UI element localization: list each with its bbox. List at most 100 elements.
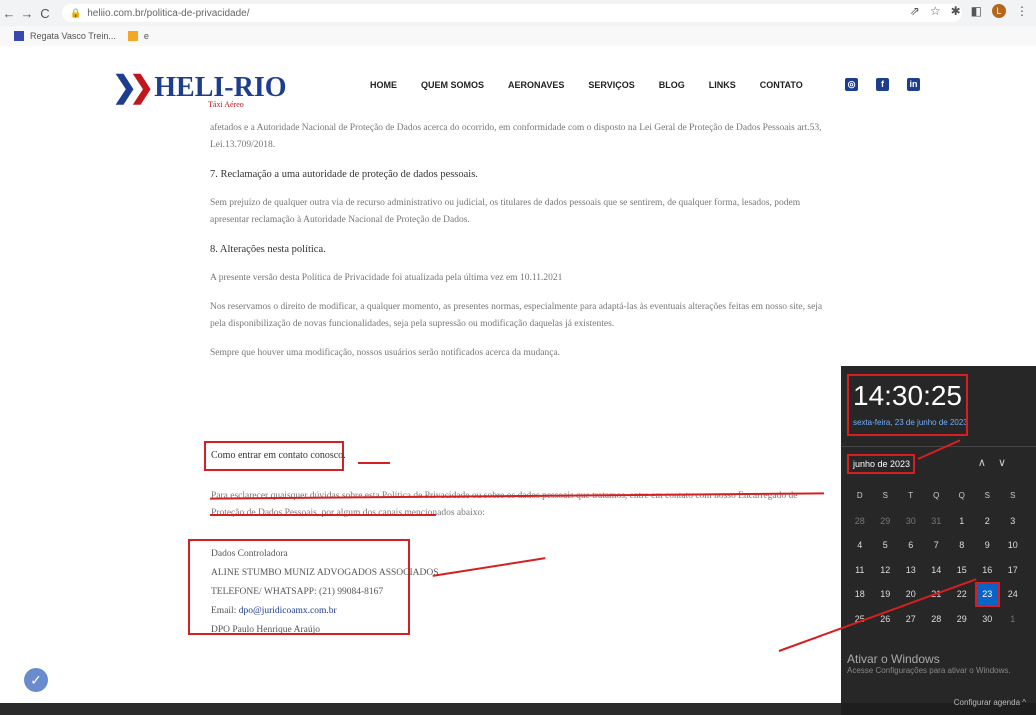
share-icon[interactable]: ⇗ xyxy=(910,4,920,18)
profile-avatar[interactable]: L xyxy=(992,4,1006,18)
lock-icon: 🔒 xyxy=(70,7,82,18)
calendar-day[interactable]: 29 xyxy=(873,509,899,534)
chevron-up-icon[interactable]: ∧ xyxy=(978,457,998,469)
annotation-arrow xyxy=(432,557,546,577)
menu-item-contato[interactable]: CONTATO xyxy=(760,80,803,90)
calendar-day-today[interactable]: 23 xyxy=(974,582,1000,607)
clock-highlight xyxy=(847,374,968,436)
calendar-day[interactable]: 12 xyxy=(873,558,899,583)
weekday-label: T xyxy=(908,491,914,500)
social-links: ◎ f in xyxy=(845,78,920,91)
menu-icon[interactable]: ⋮ xyxy=(1016,4,1028,18)
main-menu: HOME QUEM SOMOS AERONAVES SERVIÇOS BLOG … xyxy=(370,80,803,90)
paragraph: Nos reservamos o direito de modificar, a… xyxy=(210,302,823,329)
dados-title: Dados Controladora xyxy=(211,549,288,559)
weekday-label: D xyxy=(856,491,863,500)
calendar-day[interactable]: 30 xyxy=(975,607,1001,632)
site-logo[interactable]: ❯❯ HELI-RIO Táxi Aéreo xyxy=(112,70,287,109)
contact-title: Como entrar em contato conosco. xyxy=(211,450,346,461)
calendar-day[interactable]: 13 xyxy=(898,558,924,583)
url-text: heliio.com.br/politica-de-privacidade/ xyxy=(87,7,250,19)
weekday-label: S xyxy=(984,491,990,500)
calendar-day[interactable]: 14 xyxy=(924,558,950,583)
bookmark-item[interactable]: Regata Vasco Trein... xyxy=(30,31,116,41)
paragraph: A presente versão desta Política de Priv… xyxy=(210,273,563,283)
calendar-day[interactable]: 1 xyxy=(1000,607,1026,632)
reload-icon[interactable]: C xyxy=(36,6,54,21)
bookmark-icon xyxy=(127,31,138,41)
calendar-day[interactable]: 24 xyxy=(1000,582,1026,607)
menu-item-blog[interactable]: BLOG xyxy=(659,80,685,90)
dados-email-row: Email: dpo@juridicoamx.com.br xyxy=(211,606,337,616)
calendar-day[interactable]: 28 xyxy=(847,509,873,534)
calendar-day[interactable]: 4 xyxy=(847,533,873,558)
windows-calendar-flyout: 14:30:25 sexta-feira, 23 de junho de 202… xyxy=(841,366,1036,715)
chat-widget-icon[interactable]: ✓ xyxy=(24,668,48,692)
menu-item-quem-somos[interactable]: QUEM SOMOS xyxy=(421,80,484,90)
calendar-day[interactable]: 30 xyxy=(898,509,924,534)
calendar-day[interactable]: 10 xyxy=(1000,533,1026,558)
annotation-arrow xyxy=(358,462,390,464)
forward-icon[interactable]: → xyxy=(18,6,36,21)
month-highlight xyxy=(847,454,915,474)
chevron-down-icon[interactable]: ∨ xyxy=(998,457,1018,469)
configure-agenda-link[interactable]: Configurar agenda ^ xyxy=(954,698,1026,707)
calendar-day[interactable]: 16 xyxy=(975,558,1001,583)
annotation-underline xyxy=(210,514,436,516)
sidepanel-icon[interactable]: ◧ xyxy=(971,4,982,18)
calendar-grid: D S T Q Q S S 28 29 30 31 1 2 3 4 5 6 7 8 9 10 11 12 13 14 15 16 17… xyxy=(847,484,1026,631)
extensions-icon[interactable]: ✱ xyxy=(951,4,961,18)
browser-actions: ⇗ ☆ ✱ ◧ L ⋮ xyxy=(910,4,1028,18)
calendar-day[interactable]: 3 xyxy=(1000,509,1026,534)
weekday-label: S xyxy=(1010,491,1016,500)
windows-activation-watermark: Ativar o Windows Acesse Configurações pa… xyxy=(847,652,1011,675)
calendar-day[interactable]: 1 xyxy=(949,509,975,534)
facebook-icon[interactable]: f xyxy=(876,78,889,91)
calendar-day[interactable]: 9 xyxy=(975,533,1001,558)
menu-item-home[interactable]: HOME xyxy=(370,80,397,90)
calendar-day[interactable]: 27 xyxy=(898,607,924,632)
dados-company: ALINE STUMBO MUNIZ ADVOGADOS ASSOCIADOS xyxy=(211,568,439,578)
weekday-label: Q xyxy=(958,491,965,500)
linkedin-icon[interactable]: in xyxy=(907,78,920,91)
menu-item-servicos[interactable]: SERVIÇOS xyxy=(588,80,634,90)
calendar-day[interactable]: 18 xyxy=(847,582,873,607)
bookmark-item[interactable]: e xyxy=(144,31,149,41)
menu-item-aeronaves[interactable]: AERONAVES xyxy=(508,80,564,90)
policy-content: afetados e a Autoridade Nacional de Prot… xyxy=(210,120,830,374)
calendar-day[interactable]: 7 xyxy=(924,533,950,558)
calendar-day[interactable]: 28 xyxy=(924,607,950,632)
email-link[interactable]: dpo@juridicoamx.com.br xyxy=(239,606,337,616)
calendar-day[interactable]: 31 xyxy=(924,509,950,534)
calendar-day[interactable]: 17 xyxy=(1000,558,1026,583)
back-icon[interactable]: ← xyxy=(0,6,18,21)
calendar-day[interactable]: 11 xyxy=(847,558,873,583)
divider xyxy=(841,446,1036,447)
browser-toolbar: ← → C 🔒 heliio.com.br/politica-de-privac… xyxy=(0,0,1036,26)
dados-dpo: DPO Paulo Henrique Araújo xyxy=(211,625,320,635)
calendar-day[interactable]: 15 xyxy=(949,558,975,583)
paragraph: Sem prejuízo de qualquer outra via de re… xyxy=(210,198,801,225)
calendar-day[interactable]: 29 xyxy=(949,607,975,632)
logo-chevron-icon: ❯❯ xyxy=(112,71,154,104)
calendar-day[interactable]: 2 xyxy=(975,509,1001,534)
weekday-label: Q xyxy=(933,491,940,500)
calendar-day[interactable]: 6 xyxy=(898,533,924,558)
menu-item-links[interactable]: LINKS xyxy=(709,80,736,90)
weekday-label: S xyxy=(882,491,888,500)
bookmarks-bar: Regata Vasco Trein... e xyxy=(0,26,1036,46)
section-heading: 7. Reclamação a uma autoridade de proteç… xyxy=(210,169,478,180)
calendar-day[interactable]: 8 xyxy=(949,533,975,558)
dados-phone: TELEFONE/ WHATSAPP: (21) 99084-8167 xyxy=(211,587,384,597)
paragraph: Sempre que houver uma modificação, nosso… xyxy=(210,348,561,358)
calendar-day[interactable]: 19 xyxy=(873,582,899,607)
bookmark-icon xyxy=(14,31,24,41)
dados-controladora: Dados Controladora ALINE STUMBO MUNIZ AD… xyxy=(211,545,439,640)
star-icon[interactable]: ☆ xyxy=(930,4,941,18)
calendar-day[interactable]: 5 xyxy=(873,533,899,558)
month-nav: ∧∨ xyxy=(978,456,1018,469)
section-heading: 8. Alterações nesta política. xyxy=(210,244,326,255)
instagram-icon[interactable]: ◎ xyxy=(845,78,858,91)
address-bar[interactable]: 🔒 heliio.com.br/politica-de-privacidade/ xyxy=(62,4,962,22)
paragraph: afetados e a Autoridade Nacional de Prot… xyxy=(210,123,822,150)
